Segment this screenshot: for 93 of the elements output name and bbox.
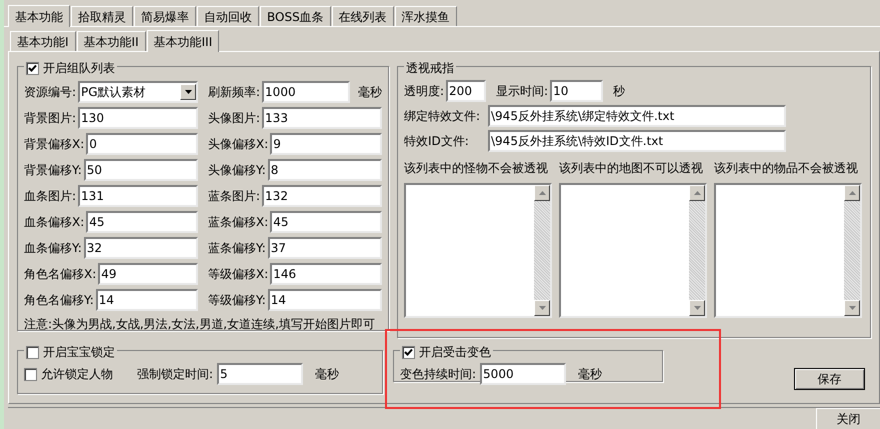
input-field[interactable]: \945反外挂系统\特效ID文件.txt [488, 130, 786, 152]
field-label: 等级偏移X: [208, 266, 268, 283]
field-label: 角色名偏移Y: [24, 292, 94, 309]
input-field[interactable]: 45 [86, 211, 198, 233]
group-title: 透视戒指 [406, 60, 454, 77]
field-label: 蓝条偏移Y: [208, 240, 266, 257]
input-field[interactable]: 146 [270, 263, 382, 285]
input-field[interactable]: 14 [96, 289, 198, 311]
list-box[interactable] [714, 183, 862, 318]
up-arrow-icon[interactable] [694, 191, 700, 195]
save-button[interactable]: 保存 [794, 368, 865, 390]
field-label: 显示时间: [496, 83, 548, 100]
scrollbar[interactable] [534, 185, 550, 316]
checkbox-label: 允许锁定人物 [41, 366, 113, 383]
field-label: 蓝条偏移X: [208, 214, 268, 231]
group-title: 开启宝宝锁定 [43, 344, 115, 361]
field-label: 头像偏移Y: [208, 162, 266, 179]
field-label: 血条偏移Y: [24, 240, 82, 257]
input-field[interactable]: 49 [98, 263, 198, 285]
input-field[interactable]: 5000 [480, 363, 566, 385]
input-field[interactable]: \945反外挂系统\绑定特效文件.txt [488, 105, 786, 127]
tab[interactable]: 浑水摸鱼 [394, 6, 457, 26]
input-field[interactable]: 10 [550, 80, 604, 102]
input-field[interactable]: 132 [262, 185, 382, 207]
field-label: 特效ID文件: [404, 133, 470, 150]
input-field[interactable]: 5 [217, 363, 304, 385]
checkbox[interactable] [26, 346, 39, 358]
unit-label: 毫秒 [358, 84, 382, 101]
field-label: 头像图片: [208, 110, 260, 127]
field-label: 蓝条图片: [208, 188, 260, 205]
unit-label: 秒 [613, 83, 626, 100]
input-field[interactable]: 37 [268, 237, 382, 259]
field-label: 资源编号: [24, 84, 76, 101]
field-label: 等级偏移Y: [208, 292, 266, 309]
input-field[interactable]: 8 [268, 159, 382, 181]
list-box[interactable] [559, 183, 707, 318]
note-text: 注意:头像为男战,女战,男法,女法,男道,女道连续,填写开始图片即可 [24, 316, 376, 333]
field-label: 血条偏移X: [24, 214, 84, 231]
input-field[interactable]: 45 [270, 211, 382, 233]
group-title: 开启组队列表 [43, 60, 115, 77]
tab[interactable]: 自动回收 [197, 6, 259, 26]
scrollbar[interactable] [689, 185, 705, 316]
up-arrow-icon[interactable] [538, 191, 546, 195]
field-label: 绑定特效文件: [404, 108, 482, 125]
field-label: 透明度: [404, 83, 444, 100]
input-field[interactable]: 50 [84, 159, 198, 181]
checkbox[interactable] [24, 368, 37, 380]
down-arrow-icon[interactable] [848, 306, 856, 310]
unit-label: 毫秒 [578, 366, 602, 383]
check-icon [404, 348, 413, 356]
field-label: 变色持续时间: [400, 366, 476, 383]
input-field[interactable]: 14 [268, 289, 382, 311]
input-field[interactable]: 32 [84, 237, 198, 259]
dropdown-value: PG默认素材 [80, 84, 147, 101]
dropdown[interactable]: PG默认素材 [78, 81, 198, 103]
check-icon [28, 64, 37, 72]
list-title: 该列表中的地图不可以透视 [559, 160, 704, 177]
input-field[interactable]: 9 [270, 133, 382, 155]
group-title: 开启受击变色 [419, 344, 491, 361]
field-label: 背景偏移Y: [24, 162, 82, 179]
list-box[interactable] [404, 183, 552, 318]
field-label: 头像偏移X: [208, 136, 268, 153]
checkbox[interactable] [26, 62, 39, 74]
tab[interactable]: 简易爆率 [134, 6, 196, 26]
field-label: 血条图片: [24, 188, 76, 205]
tab[interactable]: BOSS血条 [260, 6, 331, 26]
input-field[interactable]: 0 [86, 133, 198, 155]
field-label: 强制锁定时间: [137, 366, 214, 383]
input-field[interactable]: 131 [78, 185, 198, 207]
input-field[interactable]: 200 [446, 80, 486, 102]
caret-icon[interactable] [184, 90, 192, 94]
checkbox[interactable] [402, 346, 415, 358]
input-field[interactable]: 130 [78, 107, 198, 129]
sub-tab[interactable]: 基本功能II [76, 31, 146, 51]
field-label: 刷新频率: [208, 84, 260, 101]
list-title: 该列表中的物品不会被透视 [714, 160, 859, 177]
up-arrow-icon[interactable] [848, 191, 856, 195]
input-field[interactable]: 133 [262, 107, 382, 129]
sub-tab[interactable]: 基本功能Ⅰ [10, 31, 76, 51]
field-label: 角色名偏移X: [24, 266, 96, 283]
sub-tab[interactable]: 基本功能III [146, 30, 220, 52]
field-label: 背景偏移X: [24, 136, 84, 153]
tab[interactable]: 基本功能 [8, 5, 70, 27]
tab[interactable]: 拾取精灵 [71, 6, 133, 26]
scrollbar[interactable] [844, 185, 860, 316]
input-field[interactable]: 1000 [262, 81, 350, 103]
field-label: 背景图片: [24, 110, 76, 127]
list-title: 该列表中的怪物不会被透视 [404, 160, 549, 177]
unit-label: 毫秒 [315, 366, 340, 383]
close-button[interactable]: 关闭 [816, 408, 880, 429]
down-arrow-icon[interactable] [538, 306, 546, 310]
down-arrow-icon[interactable] [694, 306, 700, 310]
tab[interactable]: 在线列表 [332, 6, 394, 26]
